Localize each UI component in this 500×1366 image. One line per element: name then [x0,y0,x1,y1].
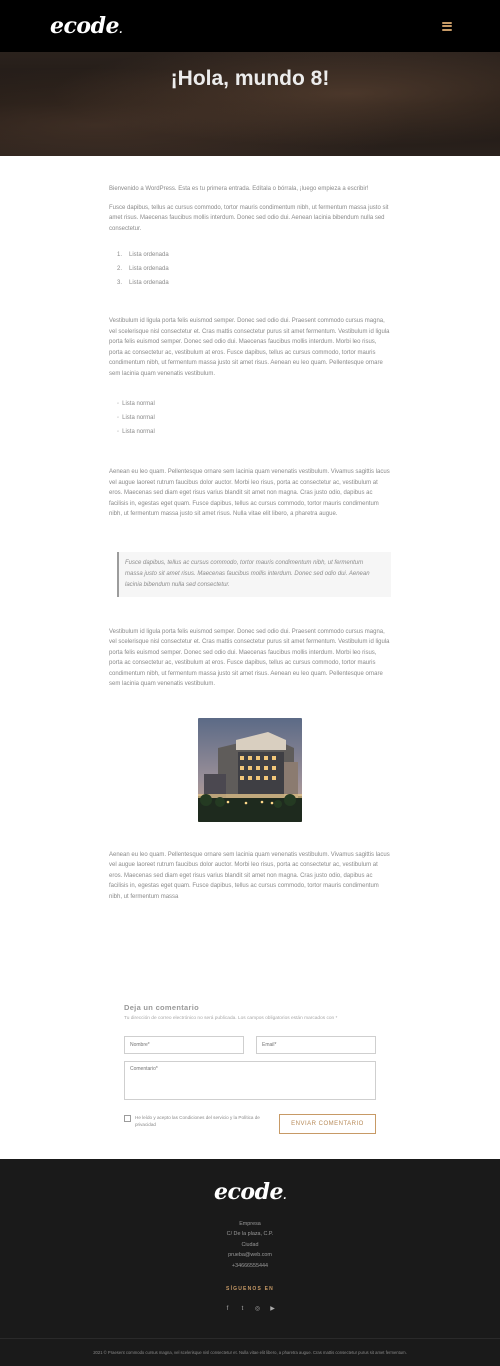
footer-city: Ciudad [241,1241,259,1248]
unordered-list: Lista normal Lista normal Lista normal [117,399,391,441]
instagram-icon[interactable]: ◎ [254,1305,261,1312]
follow-us-label: SÍGUENOS EN [226,1286,274,1292]
social-links: f t ◎ ▶ [0,1305,500,1313]
list-number: 1. [117,252,123,258]
name-field[interactable] [124,1036,244,1054]
consent-checkbox[interactable] [124,1115,131,1122]
menu-bar [442,28,452,31]
post-paragraph: Aenean eu leo quam. Pellentesque ornare … [109,851,390,900]
footer-company: Empresa [239,1221,261,1227]
footer-phone[interactable]: +34666555444 [0,1261,500,1271]
post-content: Bienvenido a WordPress. Esta es tu prime… [109,184,391,908]
post-intro: Bienvenido a WordPress. Esta es tu prime… [109,186,369,192]
menu-icon[interactable] [442,21,452,31]
list-item: 1. Lista ordenada [117,250,391,264]
consent-checkbox-row: He leído y acepto las Condiciones del se… [124,1114,264,1128]
menu-bar [442,21,452,24]
footer-contact: Empresa C/ De la plaza, C.P. Ciudad prue… [0,1219,500,1271]
footer-logo-text: ecode [214,1179,283,1205]
list-item: 3. Lista ordenada [117,278,391,292]
list-item-text: Lista ordenada [129,252,169,258]
post-paragraph: Fusce dapibus, tellus ac cursus commodo,… [109,204,389,232]
submit-comment-button[interactable]: ENVIAR COMENTARIO [279,1114,376,1134]
comment-form-note: Tu dirección de correo electrónico no se… [124,1016,338,1021]
post-paragraph: Vestibulum id ligula porta felis euismod… [109,628,390,688]
comment-field[interactable] [124,1061,376,1100]
building-image [198,717,302,822]
site-logo[interactable]: ecode. [50,13,122,39]
blockquote: Fusce dapibus, tellus ac cursus commodo,… [117,551,391,597]
hero-banner: ¡Hola, mundo 8! [0,52,500,156]
list-number: 2. [117,266,123,272]
list-item-text: Lista ordenada [129,266,169,272]
site-footer: ecode. Empresa C/ De la plaza, C.P. Ciud… [0,1159,500,1366]
ordered-list: 1. Lista ordenada 2. Lista ordenada 3. List… [117,250,391,292]
email-field[interactable] [256,1036,376,1054]
footer-email[interactable]: prueba@web.com [0,1250,500,1260]
page-title: ¡Hola, mundo 8! [170,67,330,90]
twitter-icon[interactable]: t [239,1305,246,1312]
building-illustration [198,717,302,822]
post-paragraph: Vestibulum id ligula porta felis euismod… [109,318,390,377]
list-item: Lista normal [117,427,391,441]
list-number: 3. [117,280,123,286]
comment-form: Deja un comentario Tu dirección de corre… [124,1003,376,1134]
list-item: 2. Lista ordenada [117,264,391,278]
footer-address: C/ De la plaza, C.P. [226,1231,274,1238]
comment-form-title: Deja un comentario [124,1003,199,1012]
list-item-text: Lista ordenada [129,280,169,286]
youtube-icon[interactable]: ▶ [269,1305,276,1312]
menu-bar [442,25,452,27]
post-paragraph: Aenean eu leo quam. Pellentesque ornare … [109,469,390,517]
site-header: ecode. [0,0,500,52]
facebook-icon[interactable]: f [224,1305,231,1312]
consent-label: He leído y acepto las Condiciones del se… [135,1115,260,1127]
copyright-text: 2021 © Praesent commodo cursus magna, ve… [0,1338,500,1366]
list-item: Lista normal [117,413,391,427]
list-item: Lista normal [117,399,391,413]
logo-text: ecode [50,13,119,39]
footer-logo[interactable]: ecode. [0,1179,500,1205]
